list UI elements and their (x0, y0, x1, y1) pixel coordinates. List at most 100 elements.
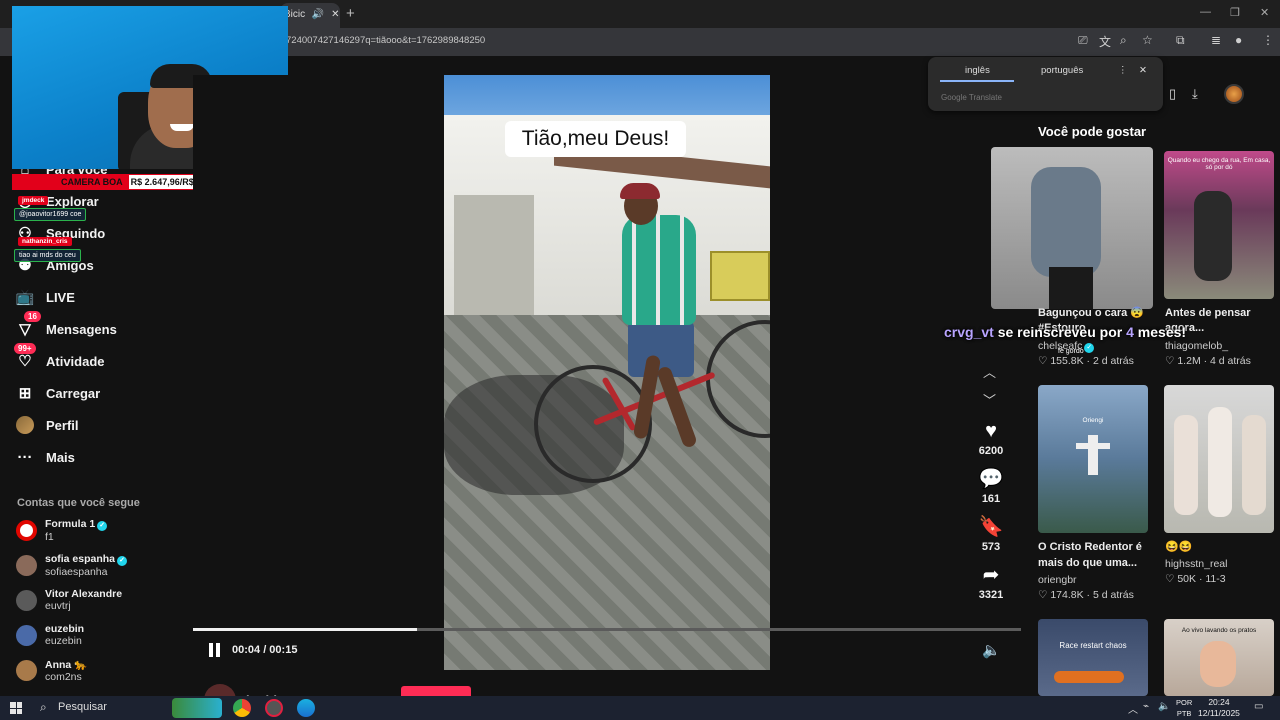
windows-start-icon[interactable] (10, 702, 22, 714)
recommendation-stats: ♡ 155.8K · 2 d atrás (1038, 355, 1134, 367)
like-button[interactable]: ♥ 6200 (972, 420, 1010, 457)
thumb-statue (1088, 435, 1098, 475)
subscriber-text: se reinscreveu por (993, 324, 1127, 340)
bookmark-icon: 🔖 (978, 516, 1004, 538)
recommendation-caption-line2: mais do que uma... (1038, 557, 1138, 569)
thumb-figure (1174, 415, 1198, 515)
media-control-icon[interactable]: ≣ (1211, 33, 1221, 47)
account-name: Anna 🐆 (45, 659, 88, 671)
share-count: 3321 (978, 589, 1004, 601)
obs-icon[interactable] (265, 699, 283, 717)
followed-account[interactable]: Anna 🐆 com2ns (16, 658, 87, 683)
pause-icon[interactable] (209, 643, 223, 657)
edge-icon[interactable] (297, 699, 315, 717)
avatar (16, 555, 37, 576)
translate-tab-indicator (940, 80, 1014, 82)
translate-target-tab[interactable]: português (1041, 65, 1083, 76)
phone-icon[interactable]: ▯ (1169, 86, 1176, 102)
translate-close-icon[interactable]: ✕ (1139, 65, 1147, 76)
subscriber-text-end: meses! (1133, 324, 1187, 340)
account-name: Vitor Alexandre (45, 588, 123, 600)
comment-button[interactable]: 💬 161 (972, 468, 1010, 505)
share-button[interactable]: ➦ 3321 (972, 564, 1010, 601)
message-icon: ▽ 16 (16, 311, 41, 338)
sidebar-item-label: Carregar (46, 385, 101, 401)
translate-icon[interactable]: 文 (1099, 33, 1111, 50)
restore-icon[interactable]: ❐ (1230, 6, 1240, 19)
recommendation-thumbnail[interactable] (1164, 385, 1274, 533)
network-icon[interactable]: ⌁ (1143, 701, 1149, 712)
sidebar-item-mensagens[interactable]: ▽ 16 Mensagens (16, 311, 117, 338)
video-progress-bar[interactable] (193, 628, 1021, 631)
volume-icon[interactable]: 🔈 (982, 641, 1001, 659)
followed-account[interactable]: euzebin euzebin (16, 623, 84, 647)
zoom-icon[interactable]: ⌕ (1120, 33, 1127, 48)
menu-dots-icon[interactable]: ⋮ (1262, 33, 1274, 47)
sidebar-item-perfil[interactable]: Perfil (16, 416, 79, 434)
avatar (16, 660, 37, 681)
bookmark-star-icon[interactable]: ☆ (1142, 33, 1153, 47)
recommendations-title: Você pode gostar (1038, 124, 1147, 139)
recommendation-thumbnail[interactable]: Quando eu chego da rua, Em casa, só por … (1164, 151, 1274, 299)
sidebar-item-carregar[interactable]: ⊞ Carregar (16, 384, 101, 402)
keyboard-language[interactable]: POR PTB (1176, 697, 1192, 719)
avatar (16, 416, 34, 434)
user-avatar[interactable] (1224, 84, 1244, 104)
upload-icon: ⊞ (18, 385, 32, 402)
sidebar-item-label: LIVE (46, 289, 75, 305)
new-tab-button[interactable]: + (346, 5, 355, 22)
speaker-icon[interactable]: 🔊 (312, 9, 324, 20)
like-count: 6200 (978, 445, 1004, 457)
next-video-icon[interactable]: ﹀ (983, 390, 996, 409)
video-player[interactable] (444, 75, 770, 670)
chrome-icon[interactable] (233, 699, 251, 717)
translate-source-tab[interactable]: inglês (965, 65, 990, 76)
sidebar-item-label: Mais (46, 449, 75, 465)
download-icon[interactable]: ⤓ (1192, 86, 1198, 102)
recommendation-thumbnail[interactable] (991, 147, 1153, 309)
video-progress-fill (193, 628, 417, 631)
recommendation-thumbnail[interactable]: Ao vivo lavando os pratos (1164, 619, 1274, 696)
cast-icon[interactable]: ⎚ (1078, 33, 1088, 48)
recommendation-author[interactable]: highsstn_real (1165, 558, 1227, 570)
save-count: 573 (981, 541, 1001, 553)
recommendation-thumbnail[interactable]: Oriengi (1038, 385, 1148, 533)
sidebar-item-mais[interactable]: ··· Mais (16, 448, 75, 466)
search-icon[interactable]: ⌕ (40, 700, 47, 715)
recommendation-author[interactable]: oriengbr (1038, 574, 1077, 586)
followed-account[interactable]: sofia espanha ✓ sofiaespanha (16, 553, 128, 578)
rider-shirt (622, 215, 696, 325)
translate-options-icon[interactable]: ⋮ (1118, 65, 1128, 76)
recommendation-author[interactable]: thiagomelob_ (1165, 340, 1228, 352)
extensions-icon[interactable]: ⧉ (1176, 33, 1185, 48)
more-icon: ··· (17, 448, 33, 466)
avatar (16, 624, 37, 646)
video-gate (454, 195, 534, 325)
sidebar-item-atividade[interactable]: ♡ 99+ Atividade (14, 343, 105, 370)
previous-video-icon[interactable]: ︿ (983, 362, 996, 381)
subscriber-name: crvg_vt (944, 324, 994, 340)
taskbar-search[interactable]: Pesquisar (58, 701, 107, 713)
followed-account[interactable]: Vitor Alexandre euvtrj (16, 588, 122, 612)
sidebar-item-live[interactable]: 📺 LIVE (16, 288, 75, 306)
url-field[interactable]: 724007427146297q=tiãooo&t=1762989848250 (286, 35, 485, 46)
taskbar-clock[interactable]: 20:24 12/11/2025 (1198, 697, 1240, 719)
tray-chevron-icon[interactable]: ︿ (1128, 701, 1138, 716)
recommendation-caption: Bagunçou o cara 😨 (1038, 307, 1144, 319)
minimize-icon[interactable]: — (1200, 6, 1211, 18)
profile-icon[interactable]: ● (1235, 33, 1242, 47)
browser-tab[interactable]: Bicic 🔊 ✕ (280, 3, 340, 28)
close-tab-icon[interactable]: ✕ (331, 9, 339, 20)
thumb-figure (1208, 407, 1232, 517)
thumb-racecar (1054, 671, 1124, 683)
chat-message: @joaovitor1699 coe (14, 208, 87, 221)
notification-icon[interactable]: ▭ (1254, 701, 1263, 712)
recommendation-thumbnail[interactable]: Race restart chaos (1038, 619, 1148, 696)
close-window-icon[interactable]: ✕ (1260, 6, 1269, 19)
subscriber-message: fé gordo (1058, 348, 1084, 355)
followed-account[interactable]: Formula 1 ✓ f1 (16, 518, 108, 543)
share-icon: ➦ (982, 564, 1000, 586)
weather-widget[interactable] (172, 698, 222, 718)
volume-tray-icon[interactable]: 🔈 (1158, 701, 1170, 712)
save-button[interactable]: 🔖 573 (972, 516, 1010, 553)
